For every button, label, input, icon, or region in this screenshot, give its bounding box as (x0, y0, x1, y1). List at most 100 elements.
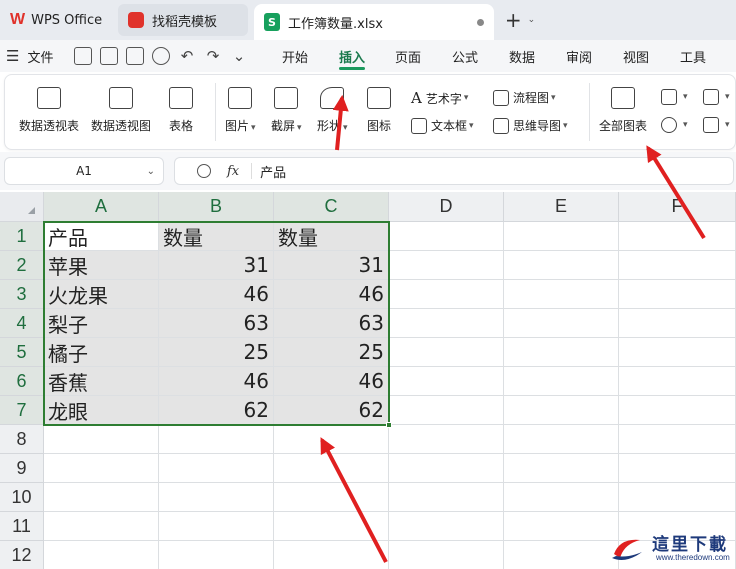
column-header-a[interactable]: A (44, 192, 159, 222)
pie-chart-button[interactable]: ▾ (661, 117, 688, 133)
cell-e1[interactable] (504, 222, 619, 251)
line-chart-button[interactable]: ▾ (703, 89, 730, 105)
cell-b1[interactable]: 数量 (159, 222, 274, 251)
cell-e7[interactable] (504, 396, 619, 425)
cell-a2[interactable]: 苹果 (44, 251, 159, 280)
cell-b6[interactable]: 46 (159, 367, 274, 396)
column-header-c[interactable]: C (274, 192, 389, 222)
cell-b9[interactable] (159, 454, 274, 483)
cell-e3[interactable] (504, 280, 619, 309)
cell-c12[interactable] (274, 541, 389, 569)
icons-button[interactable]: 图标 (367, 87, 391, 134)
cell-e11[interactable] (504, 512, 619, 541)
cell-c10[interactable] (274, 483, 389, 512)
chevron-down-icon[interactable]: ⌄ (528, 15, 536, 25)
cell-d6[interactable] (389, 367, 504, 396)
cell-d5[interactable] (389, 338, 504, 367)
row-header-3[interactable]: 3 (0, 280, 44, 309)
tab-template[interactable]: 找稻壳模板 (118, 4, 248, 36)
fx-icon[interactable]: fx (227, 164, 239, 179)
row-header-9[interactable]: 9 (0, 454, 44, 483)
cell-b12[interactable] (159, 541, 274, 569)
cell-b7[interactable]: 62 (159, 396, 274, 425)
row-header-6[interactable]: 6 (0, 367, 44, 396)
cell-c1[interactable]: 数量 (274, 222, 389, 251)
save-icon[interactable] (74, 47, 92, 65)
cell-a9[interactable] (44, 454, 159, 483)
row-header-5[interactable]: 5 (0, 338, 44, 367)
cell-d12[interactable] (389, 541, 504, 569)
formula-input[interactable]: fx 产品 (174, 157, 734, 185)
cell-d8[interactable] (389, 425, 504, 454)
tab-page[interactable]: 页面 (395, 40, 421, 72)
cell-a8[interactable] (44, 425, 159, 454)
cell-f1[interactable] (619, 222, 736, 251)
cell-e2[interactable] (504, 251, 619, 280)
cell-f2[interactable] (619, 251, 736, 280)
cell-f4[interactable] (619, 309, 736, 338)
row-header-12[interactable]: 12 (0, 541, 44, 569)
cell-c8[interactable] (274, 425, 389, 454)
tab-document[interactable]: S 工作簿数量.xlsx (254, 4, 494, 40)
picture-button[interactable]: 图片 ▾ (225, 87, 256, 134)
cell-e12[interactable] (504, 541, 619, 569)
cell-a5[interactable]: 橘子 (44, 338, 159, 367)
cell-f6[interactable] (619, 367, 736, 396)
cell-a11[interactable] (44, 512, 159, 541)
cell-b11[interactable] (159, 512, 274, 541)
cell-e10[interactable] (504, 483, 619, 512)
row-header-10[interactable]: 10 (0, 483, 44, 512)
cell-c6[interactable]: 46 (274, 367, 389, 396)
textbox-button[interactable]: 文本框 ▾ (411, 117, 474, 134)
cell-a6[interactable]: 香蕉 (44, 367, 159, 396)
scatter-chart-button[interactable]: ▾ (703, 117, 730, 133)
cell-d1[interactable] (389, 222, 504, 251)
cell-d4[interactable] (389, 309, 504, 338)
cell-b10[interactable] (159, 483, 274, 512)
tab-home[interactable]: 开始 (282, 40, 308, 72)
row-header-8[interactable]: 8 (0, 425, 44, 454)
tab-review[interactable]: 审阅 (566, 40, 592, 72)
cell-c3[interactable]: 46 (274, 280, 389, 309)
cell-c5[interactable]: 25 (274, 338, 389, 367)
cell-d2[interactable] (389, 251, 504, 280)
customize-dropdown-icon[interactable]: ⌄ (230, 47, 248, 65)
column-header-f[interactable]: F (619, 192, 736, 222)
cell-b2[interactable]: 31 (159, 251, 274, 280)
cell-e8[interactable] (504, 425, 619, 454)
cell-f8[interactable] (619, 425, 736, 454)
cell-f10[interactable] (619, 483, 736, 512)
cell-b5[interactable]: 25 (159, 338, 274, 367)
cell-e9[interactable] (504, 454, 619, 483)
chevron-down-icon[interactable]: ⌄ (147, 166, 155, 177)
tab-formula[interactable]: 公式 (452, 40, 478, 72)
column-header-e[interactable]: E (504, 192, 619, 222)
cell-e4[interactable] (504, 309, 619, 338)
tab-view[interactable]: 视图 (623, 40, 649, 72)
wordart-button[interactable]: A 艺术字 ▾ (411, 89, 468, 107)
cell-a7[interactable]: 龙眼 (44, 396, 159, 425)
row-header-2[interactable]: 2 (0, 251, 44, 280)
flowchart-button[interactable]: 流程图 ▾ (493, 89, 556, 106)
cell-c2[interactable]: 31 (274, 251, 389, 280)
column-header-d[interactable]: D (389, 192, 504, 222)
tab-wps-office[interactable]: W WPS Office (4, 4, 108, 36)
undo-icon[interactable]: ↶ (178, 47, 196, 65)
cell-c11[interactable] (274, 512, 389, 541)
select-all-corner[interactable] (0, 192, 44, 222)
new-tab-button[interactable]: + ⌄ (500, 4, 540, 36)
cell-b3[interactable]: 46 (159, 280, 274, 309)
cell-e5[interactable] (504, 338, 619, 367)
export-pdf-icon[interactable] (100, 47, 118, 65)
cell-f7[interactable] (619, 396, 736, 425)
cell-a10[interactable] (44, 483, 159, 512)
row-header-4[interactable]: 4 (0, 309, 44, 338)
cell-a3[interactable]: 火龙果 (44, 280, 159, 309)
cell-a12[interactable] (44, 541, 159, 569)
mindmap-button[interactable]: 思维导图 ▾ (493, 117, 568, 134)
print-icon[interactable] (126, 47, 144, 65)
fill-handle[interactable] (386, 422, 392, 428)
print-preview-icon[interactable] (152, 47, 170, 65)
cell-f3[interactable] (619, 280, 736, 309)
pivot-table-button[interactable]: 数据透视表 (19, 87, 79, 134)
